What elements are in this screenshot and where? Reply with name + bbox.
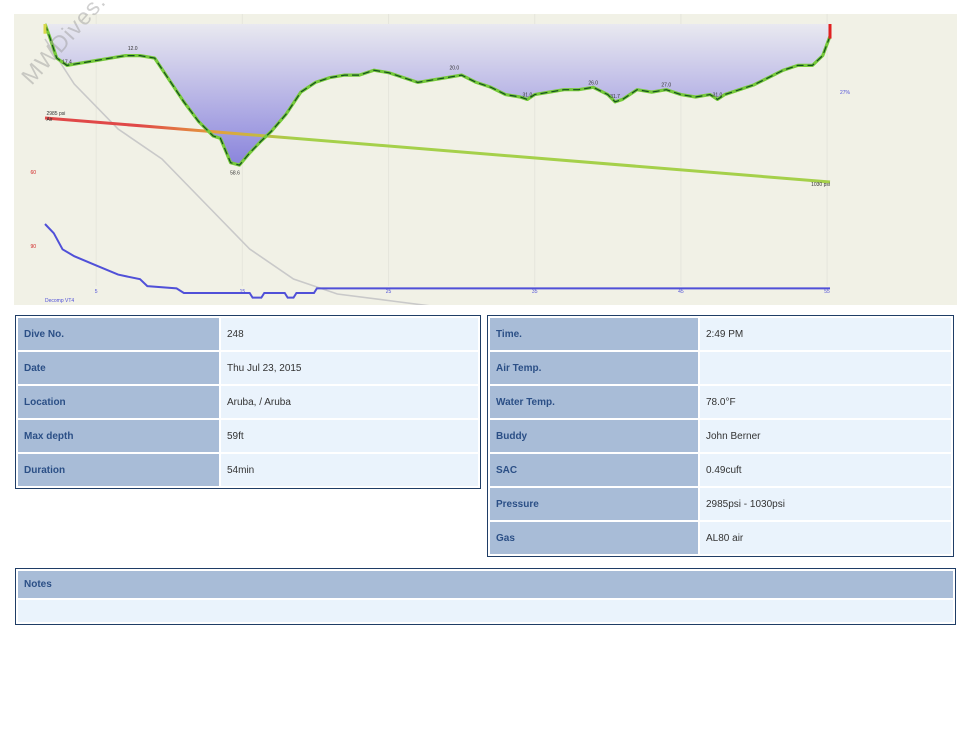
x-tick-label: 45	[678, 289, 684, 295]
table-row: Pressure 2985psi - 1030psi	[490, 488, 951, 520]
field-label: Date	[18, 352, 219, 384]
depth-annotation: 31.7	[610, 94, 620, 100]
depth-annotation: 27.0	[661, 83, 671, 89]
table-row: Time. 2:49 PM	[490, 318, 951, 350]
temperature-end-label: 27%	[840, 90, 851, 96]
field-label: Max depth	[18, 420, 219, 452]
field-value: John Berner	[700, 420, 951, 452]
field-label: Time.	[490, 318, 698, 350]
field-label: Duration	[18, 454, 219, 486]
table-row: Date Thu Jul 23, 2015	[18, 352, 478, 384]
field-label: Air Temp.	[490, 352, 698, 384]
gas-label: Air	[46, 117, 52, 123]
field-label: SAC	[490, 454, 698, 486]
table-row: Notes	[18, 571, 953, 598]
field-value: 59ft	[221, 420, 478, 452]
y-axis-label: 90	[30, 244, 36, 250]
field-label: Gas	[490, 522, 698, 554]
field-value: AL80 air	[700, 522, 951, 554]
table-row: Water Temp. 78.0°F	[490, 386, 951, 418]
depth-annotation: 12.0	[128, 46, 138, 52]
x-tick-label: 5	[95, 289, 98, 295]
dive-info-table: Dive No. 248 Date Thu Jul 23, 2015 Locatio…	[15, 315, 481, 489]
notes-table: Notes	[15, 568, 956, 625]
field-value: Aruba, / Aruba	[221, 386, 478, 418]
dive-profile-chart: 17.4 12.0 58.6 20.0 31.0 26.0 31.7 27.0 31.0 2985…	[14, 0, 957, 305]
field-label: Water Temp.	[490, 386, 698, 418]
table-row: Duration 54min	[18, 454, 478, 486]
field-value: 54min	[221, 454, 478, 486]
dive-conditions-table: Time. 2:49 PM Air Temp. Water Temp. 78.0°F…	[487, 315, 954, 557]
depth-annotation: 26.0	[588, 80, 598, 86]
depth-annotation: 20.0	[449, 66, 459, 72]
field-label: Buddy	[490, 420, 698, 452]
depth-annotation: 31.0	[523, 92, 533, 98]
field-value: 2:49 PM	[700, 318, 951, 350]
field-value: Thu Jul 23, 2015	[221, 352, 478, 384]
x-tick-label: 25	[386, 289, 392, 295]
field-label: Location	[18, 386, 219, 418]
x-tick-label: 55	[824, 289, 830, 295]
field-value: 0.49cuft	[700, 454, 951, 486]
depth-annotation: 58.6	[230, 171, 240, 177]
x-tick-label: 35	[532, 289, 538, 295]
dive-profile-svg: 17.412.058.620.031.026.031.727.031.02985…	[14, 14, 957, 305]
notes-value	[18, 600, 953, 622]
pressure-end-label: 1030 psi	[811, 182, 830, 188]
table-row: Max depth 59ft	[18, 420, 478, 452]
table-row: Gas AL80 air	[490, 522, 951, 554]
field-value: 2985psi - 1030psi	[700, 488, 951, 520]
decomp-label: Decomp VT4	[45, 298, 74, 304]
depth-annotation: 17.4	[62, 59, 72, 65]
notes-label: Notes	[18, 571, 953, 598]
table-row: Buddy John Berner	[490, 420, 951, 452]
table-row	[18, 600, 953, 622]
table-row: SAC 0.49cuft	[490, 454, 951, 486]
field-value: 78.0°F	[700, 386, 951, 418]
field-value: 248	[221, 318, 478, 350]
field-label: Dive No.	[18, 318, 219, 350]
x-tick-label: 15	[240, 289, 246, 295]
field-label: Pressure	[490, 488, 698, 520]
table-row: Dive No. 248	[18, 318, 478, 350]
y-axis-label: 60	[30, 170, 36, 176]
table-row: Location Aruba, / Aruba	[18, 386, 478, 418]
field-value	[700, 352, 951, 384]
depth-annotation: 31.0	[713, 92, 723, 98]
table-row: Air Temp.	[490, 352, 951, 384]
